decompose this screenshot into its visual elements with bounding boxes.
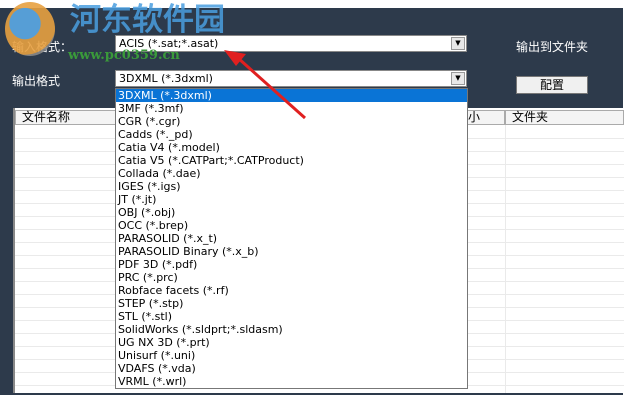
red-arrow-annotation	[224, 50, 307, 120]
